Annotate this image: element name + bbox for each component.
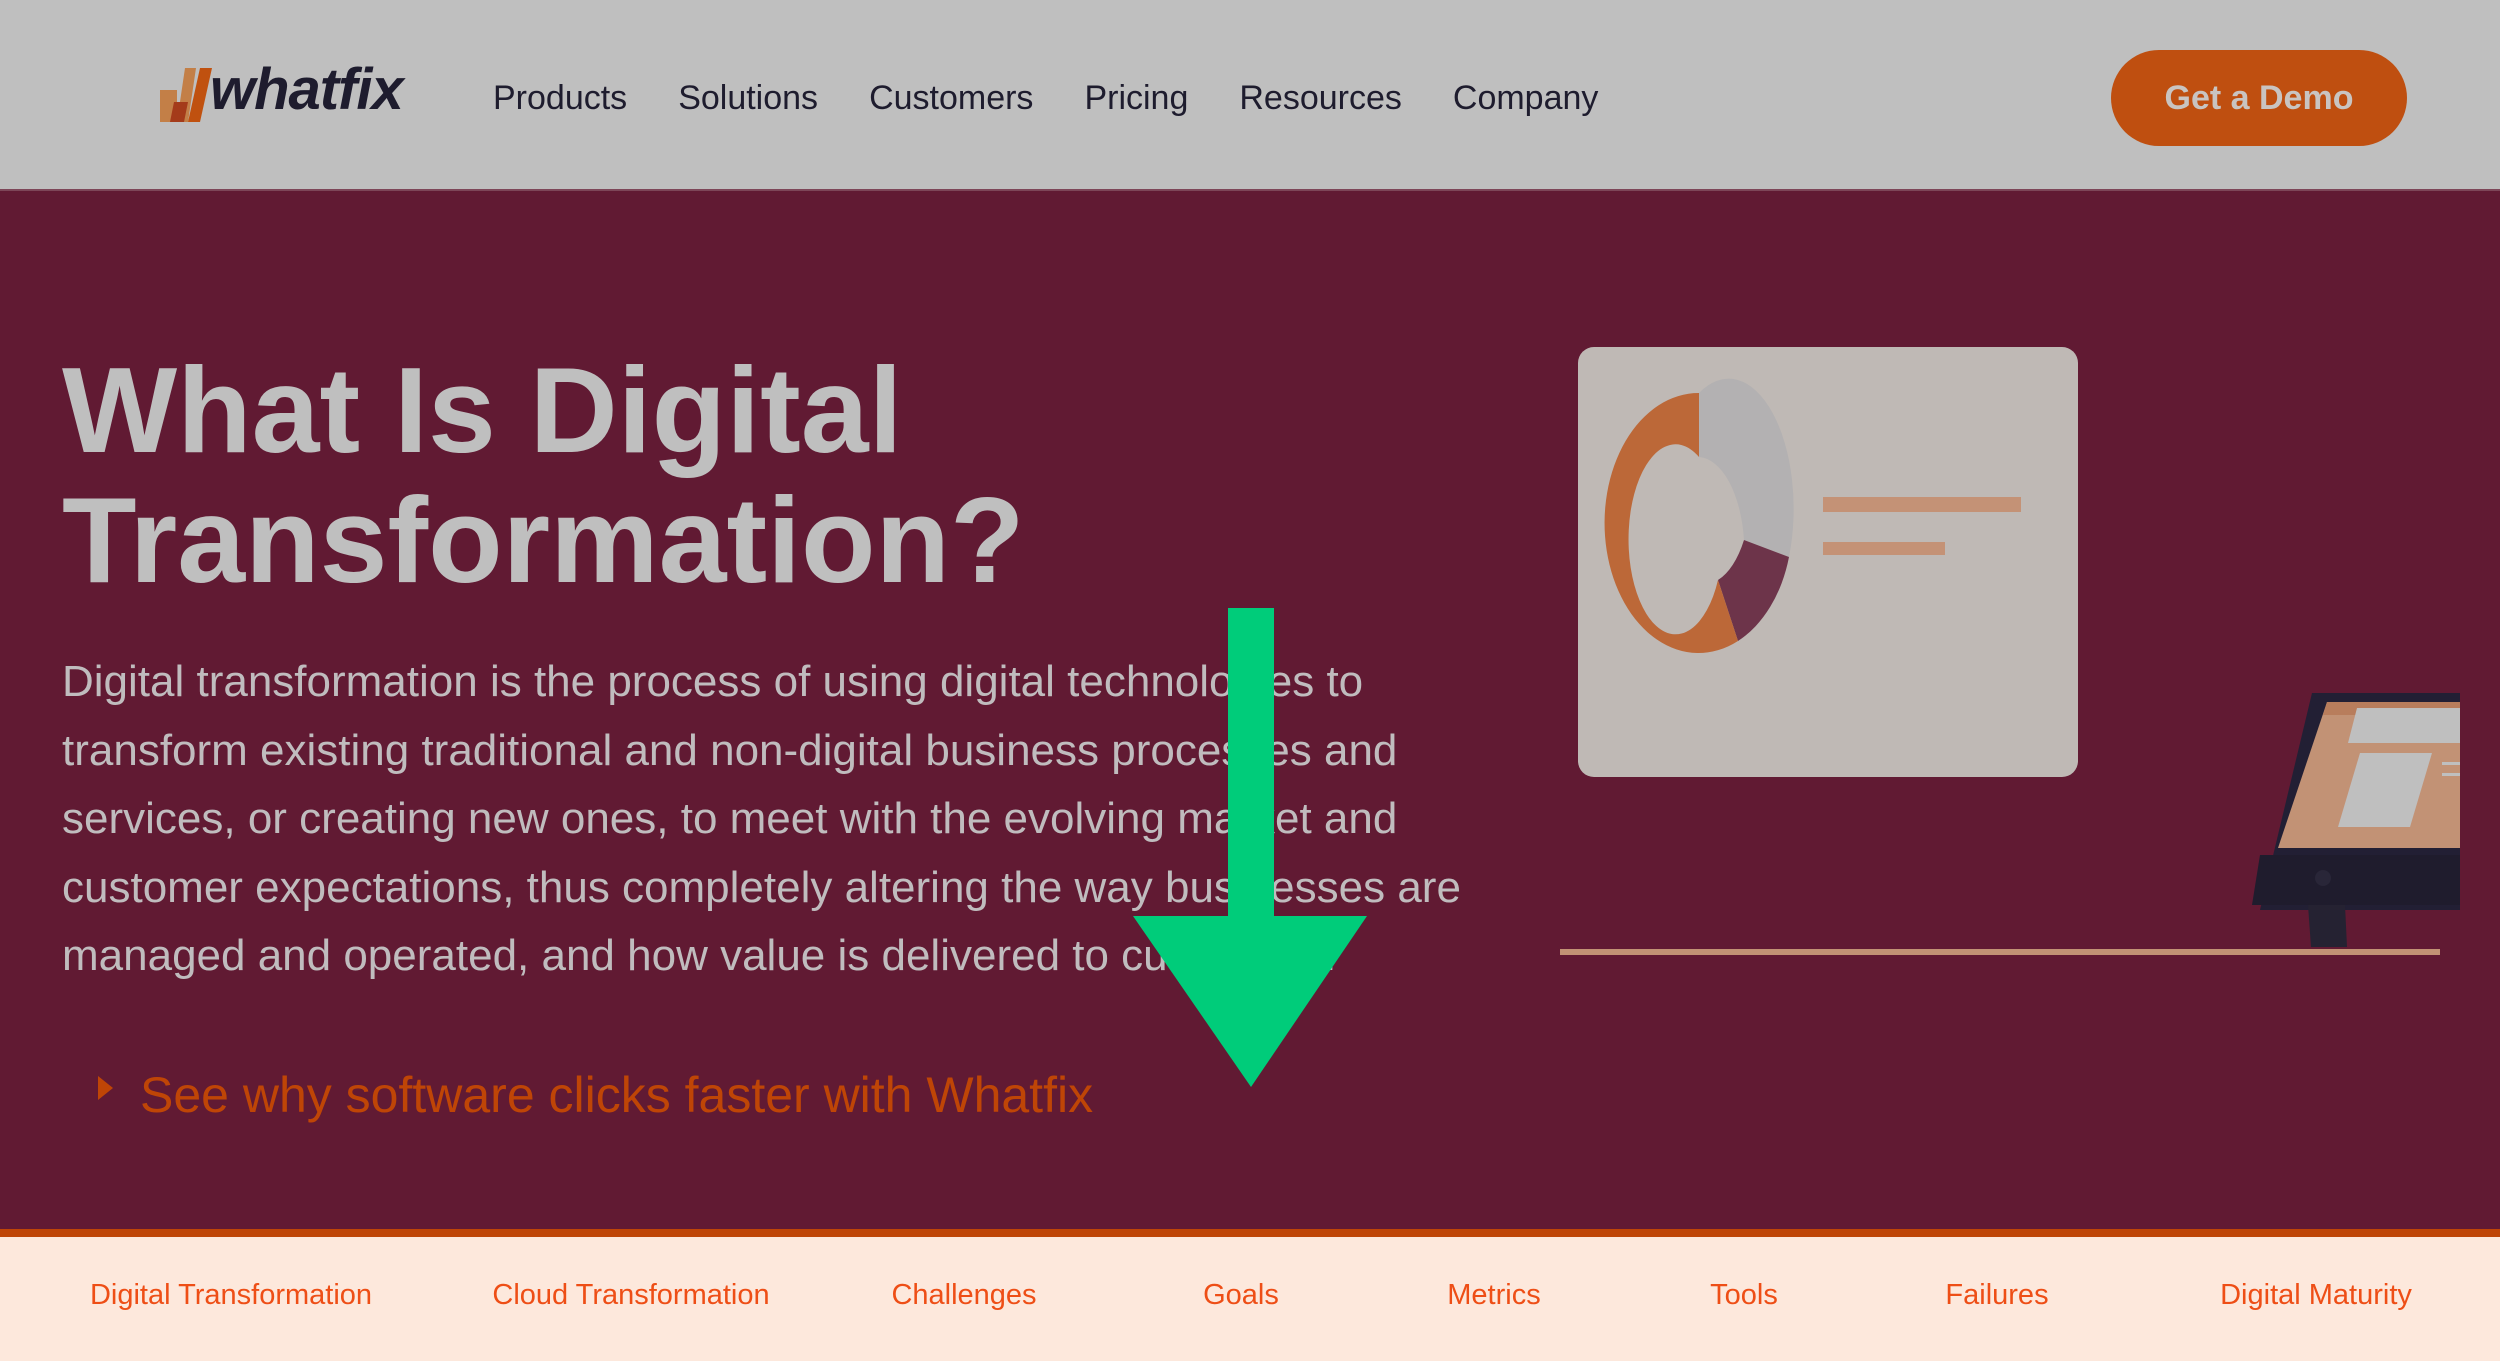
topic-metrics[interactable]: Metrics <box>1447 1279 1540 1312</box>
logo-wordmark: whatfix <box>210 57 404 122</box>
topic-digital-transformation[interactable]: Digital Transformation <box>90 1279 372 1312</box>
see-why-link[interactable]: See why software clicks faster with What… <box>98 1066 1093 1124</box>
site-header: whatfix Products Solutions Customers Pri… <box>0 0 2500 191</box>
main-nav: Products Solutions Customers Pricing Res… <box>493 70 1649 126</box>
desk-line <box>1560 949 2440 955</box>
topic-cloud-transformation[interactable]: Cloud Transformation <box>492 1279 769 1312</box>
topic-failures[interactable]: Failures <box>1945 1279 2048 1312</box>
topic-nav: Digital Transformation Cloud Transformat… <box>0 1229 2500 1361</box>
topic-tools[interactable]: Tools <box>1710 1279 1778 1312</box>
topic-challenges[interactable]: Challenges <box>891 1279 1036 1312</box>
page-title: What Is Digital Transformation? <box>62 345 1262 605</box>
monitor-icon <box>2252 693 2460 947</box>
page-title-line-1: What Is Digital <box>62 342 903 478</box>
see-why-link-label: See why software clicks faster with What… <box>140 1067 1094 1123</box>
nav-company[interactable]: Company <box>1453 70 1599 126</box>
hero-illustration <box>1560 347 2460 955</box>
nav-products[interactable]: Products <box>493 70 627 126</box>
page-title-line-2: Transformation? <box>62 472 1025 608</box>
nav-customers[interactable]: Customers <box>869 70 1033 126</box>
hero-description: Digital transformation is the process of… <box>62 657 1461 980</box>
topic-goals[interactable]: Goals <box>1203 1279 1279 1312</box>
whatfix-logo[interactable]: whatfix <box>160 57 405 132</box>
nav-resources[interactable]: Resources <box>1239 70 1402 126</box>
nav-solutions[interactable]: Solutions <box>678 70 818 126</box>
nav-pricing[interactable]: Pricing <box>1084 70 1188 126</box>
topic-digital-maturity[interactable]: Digital Maturity <box>2220 1279 2412 1312</box>
legend-bar-2 <box>1823 542 1945 555</box>
legend-bar-1 <box>1823 497 2021 512</box>
get-demo-button[interactable]: Get a Demo <box>2111 50 2407 146</box>
caret-right-icon <box>98 1076 113 1100</box>
